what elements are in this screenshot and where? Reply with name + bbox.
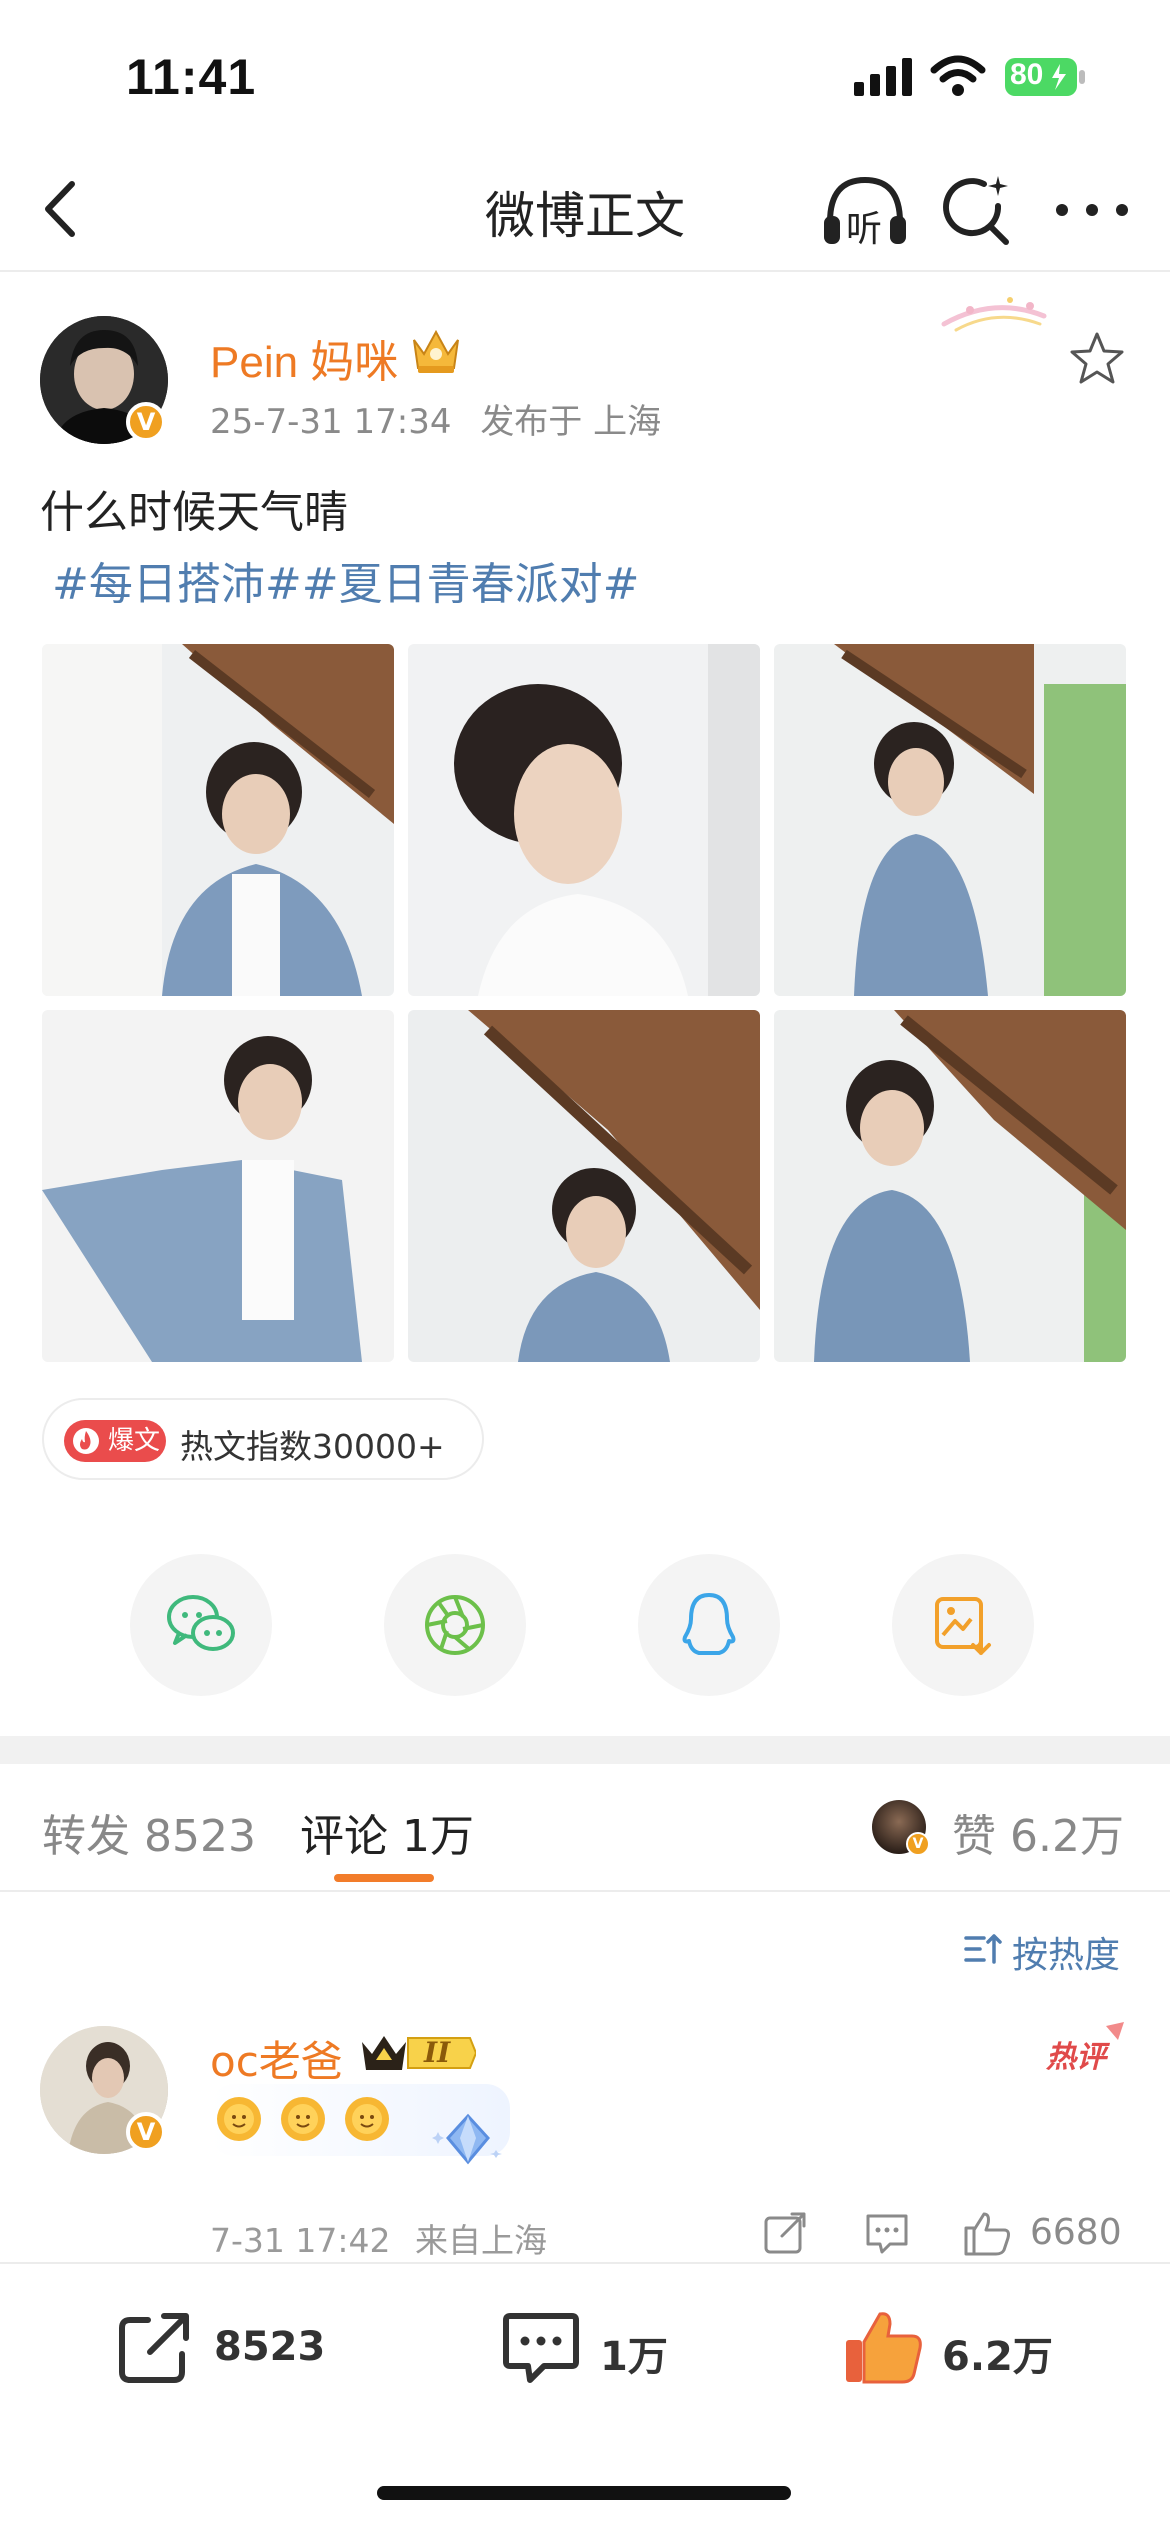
share-moments-button[interactable]	[384, 1554, 526, 1696]
comment-button[interactable]: 1万	[500, 2306, 680, 2396]
repost-icon	[119, 2313, 189, 2383]
commenter-name[interactable]: oc老爸	[210, 2028, 343, 2089]
repost-button[interactable]: 8523	[114, 2306, 344, 2396]
post-hashtags[interactable]: #每日搭沛##夏日青春派对#	[52, 548, 639, 612]
post-location: 发布于 上海	[480, 402, 662, 442]
tab-likes[interactable]: 赞 6.2万	[952, 1800, 1124, 1864]
member-level: II	[424, 2036, 451, 2069]
save-image-icon	[935, 1597, 991, 1655]
post-image-6-picture	[774, 1010, 1126, 1362]
more-options-icon[interactable]	[1050, 180, 1134, 240]
verified-badge: V	[126, 402, 166, 442]
comment-location: 来自上海	[415, 2221, 547, 2260]
active-tab-indicator	[334, 1874, 434, 1882]
thumbs-up-icon	[846, 2312, 922, 2384]
hot-tag: 爆文	[64, 1420, 166, 1462]
repost-count: 8523	[214, 2324, 326, 2370]
sort-icon	[964, 1934, 1002, 1964]
listen-button[interactable]: 听	[822, 170, 908, 250]
comment-like-icon[interactable]	[962, 2208, 1012, 2258]
wechat-icon	[167, 1595, 235, 1651]
post-image-2[interactable]	[408, 644, 760, 996]
cellular-signal-icon	[854, 58, 912, 96]
sparkle-decoration-icon	[941, 297, 1047, 332]
moments-icon	[425, 1595, 485, 1655]
post-image-4-picture	[42, 1010, 394, 1362]
refresh-icon[interactable]	[940, 172, 1012, 248]
post-image-2-picture	[408, 644, 760, 996]
share-wechat-button[interactable]	[130, 1554, 272, 1696]
sun-emoji-icon	[281, 2097, 325, 2141]
post-image-1[interactable]	[42, 644, 394, 996]
battery-indicator: 80	[1004, 56, 1088, 98]
section-divider	[0, 1736, 1170, 1764]
crown-icon	[413, 329, 459, 373]
bottom-toolbar: 8523 1万 6.2万	[0, 2262, 1170, 2532]
diamond-sticker-icon	[432, 2113, 502, 2165]
member-crown-icon	[362, 2036, 478, 2070]
save-image-button[interactable]	[892, 1554, 1034, 1696]
comment-reply-icon[interactable]	[862, 2208, 912, 2258]
battery-percent: 80	[1010, 58, 1044, 91]
hot-index-text: 热文指数30000+	[180, 1427, 445, 1466]
post-text: 什么时候天气晴	[40, 487, 348, 538]
listen-label: 听	[846, 209, 883, 250]
comment-share-icon[interactable]	[760, 2208, 810, 2258]
comment-meta: 7-31 17:42 来自上海	[210, 2214, 561, 2262]
like-button[interactable]: 6.2万	[842, 2306, 1072, 2396]
post-image-1-picture	[42, 644, 394, 996]
sort-label: 按热度	[1012, 1935, 1121, 1976]
status-time: 11:41	[126, 49, 257, 105]
wifi-icon	[930, 55, 986, 96]
post-image-4[interactable]	[42, 1010, 394, 1362]
like-count: 6.2万	[942, 2334, 1053, 2380]
comment-icon	[503, 2313, 579, 2383]
share-qq-button[interactable]	[638, 1554, 780, 1696]
post-image-3[interactable]	[774, 644, 1126, 996]
comment-like-count: 6680	[1030, 2212, 1122, 2253]
sun-emoji-icon	[217, 2097, 261, 2141]
sort-by-hotness-button[interactable]: 按热度	[960, 1920, 1140, 1976]
nav-bar: 微博正文 听	[0, 150, 1170, 272]
post-image-6[interactable]	[774, 1010, 1126, 1362]
tabs-border	[0, 1890, 1170, 1892]
qq-icon	[682, 1593, 736, 1655]
post-meta: 25-7-31 17:34 发布于 上海	[210, 394, 679, 443]
post-image-5-picture	[408, 1010, 760, 1362]
post-image-5[interactable]	[408, 1010, 760, 1362]
liker-verified-badge: V	[906, 1832, 930, 1856]
hot-comment-badge: 热评	[1046, 2022, 1126, 2075]
post-date: 25-7-31 17:34	[210, 402, 452, 442]
member-level-badge: II	[358, 2030, 478, 2076]
home-indicator	[377, 2486, 791, 2500]
author-name[interactable]: Pein 妈咪	[210, 326, 398, 390]
status-bar: 11:41 80	[0, 0, 1170, 150]
comment-count: 1万	[600, 2334, 668, 2380]
tab-reposts[interactable]: 转发 8523	[42, 1800, 256, 1864]
commenter-verified-badge: V	[126, 2112, 166, 2152]
tab-comments[interactable]: 评论 1万	[300, 1800, 474, 1864]
flame-icon	[73, 1428, 99, 1454]
hot-tag-label: 爆文	[108, 1426, 161, 1456]
comment-date: 7-31 17:42	[210, 2221, 391, 2260]
hot-post-badge[interactable]: 爆文 热文指数30000+	[42, 1398, 484, 1480]
sun-emoji-icon	[345, 2097, 389, 2141]
favorite-star-icon[interactable]	[1068, 330, 1126, 388]
post-image-3-picture	[774, 644, 1126, 996]
hot-comment-label: 热评	[1046, 2040, 1106, 2075]
